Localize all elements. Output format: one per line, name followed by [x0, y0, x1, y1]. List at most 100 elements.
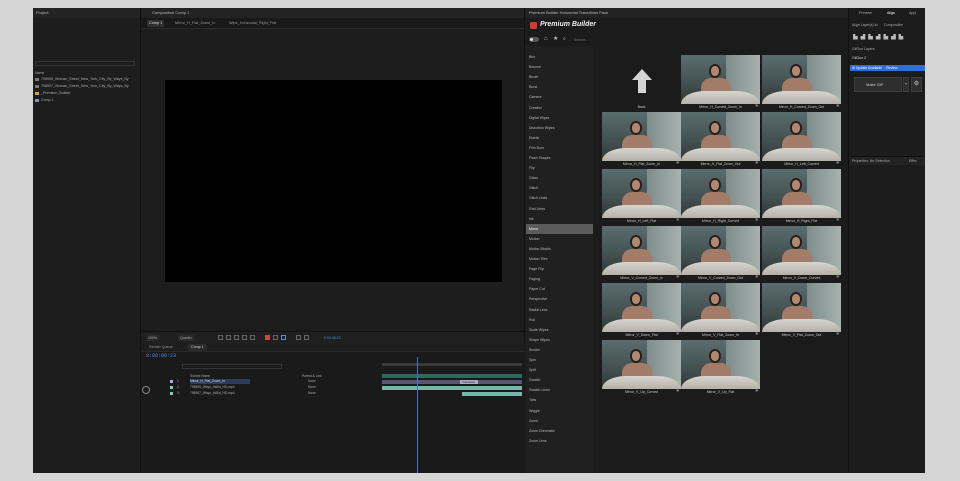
preset-tile[interactable]: Mirror_H_Flat_Zoom_In ★	[602, 112, 681, 166]
favorite-star-icon[interactable]: ★	[676, 218, 680, 223]
layer-3-track[interactable]	[462, 392, 522, 396]
layer-1-track[interactable]	[382, 380, 522, 384]
preset-tile[interactable]: Mirror_H_Right_Curved ★	[681, 169, 760, 223]
category-item[interactable]: Zoom Lens	[526, 436, 593, 446]
timeline-timecode[interactable]: 0:00:06:23	[146, 353, 176, 359]
favorites-star-icon[interactable]: ★	[553, 36, 558, 43]
layer-color-swatch[interactable]	[170, 392, 173, 395]
category-item[interactable]: Bounce	[526, 62, 593, 72]
category-item[interactable]: Radial Lens	[526, 305, 593, 315]
preset-tile[interactable]: Mirror_H_Curved_Zoom_In ★	[681, 55, 760, 109]
favorite-star-icon[interactable]: ★	[755, 389, 759, 394]
category-item[interactable]: Split	[526, 365, 593, 375]
playhead[interactable]	[417, 357, 418, 473]
zoom-select[interactable]: 100%	[146, 335, 159, 341]
tab-effects[interactable]: Effec	[909, 159, 917, 163]
gifgun-panel-title[interactable]: GifGun Layers	[852, 47, 875, 51]
favorite-star-icon[interactable]: ★	[755, 161, 759, 166]
layer-name[interactable]: 798597_Ways_4k8ld_HD.mp4	[190, 391, 250, 396]
favorite-star-icon[interactable]: ★	[755, 104, 759, 109]
favorite-star-icon[interactable]: ★	[836, 161, 840, 166]
preset-tile[interactable]: Mirror_H_Left_Curved ★	[762, 112, 841, 166]
category-item[interactable]: Burst	[526, 82, 593, 92]
favorite-star-icon[interactable]: ★	[676, 161, 680, 166]
category-item[interactable]: Zoom Chromatic	[526, 426, 593, 436]
preset-tile[interactable]: Mirror_V_Up_Curved ★	[602, 340, 681, 394]
category-item[interactable]: Smoke	[526, 345, 593, 355]
category-item[interactable]: Shape Wipes	[526, 335, 593, 345]
category-item[interactable]: Ink	[526, 214, 593, 224]
3d-view-icon[interactable]	[296, 335, 301, 340]
layer-color-swatch[interactable]	[170, 380, 173, 383]
layer-color-swatch[interactable]	[170, 386, 173, 389]
transparency-grid-icon[interactable]	[226, 335, 231, 340]
category-item[interactable]: Grid Lines	[526, 204, 593, 214]
project-panel-title[interactable]: Project	[33, 8, 140, 18]
chevron-down-icon[interactable]: ▾	[903, 77, 909, 92]
favorite-star-icon[interactable]: ★	[836, 104, 840, 109]
work-area-bar[interactable]	[382, 363, 522, 366]
category-item[interactable]: Page Flip	[526, 264, 593, 274]
project-item[interactable]: 798595_Woman_Street_New_York_City_By_Way…	[35, 77, 129, 82]
preset-tile[interactable]: Mirror_V_Curved_Zoom_In ★	[602, 226, 681, 280]
preset-tile[interactable]: Mirror_V_Flat_Zoom_Out ★	[762, 283, 841, 337]
category-item[interactable]: Motion Tiles	[526, 254, 593, 264]
preset-tile[interactable]: Mirror_V_Curved_Zoom_Out ★	[681, 226, 760, 280]
tab-mirror-h-flat-zoom-in[interactable]: Mirror_H_Flat_Zoom_In	[173, 20, 217, 27]
category-item[interactable]: Scale Wipes	[526, 325, 593, 335]
category-item[interactable]: Flip	[526, 163, 593, 173]
timeline-search-input[interactable]	[182, 364, 282, 369]
tab-comp-1[interactable]: Comp 1	[147, 20, 165, 27]
tab-timeline-comp-1[interactable]: Comp 1	[188, 344, 207, 351]
category-item[interactable]: Flash Shapes	[526, 153, 593, 163]
gifgun-item[interactable]: GifGun 2	[852, 56, 866, 60]
make-gif-button[interactable]: Make GIF	[854, 77, 902, 92]
mask-visibility-icon[interactable]	[234, 335, 239, 340]
source-name-header[interactable]: Source Name	[190, 374, 210, 378]
category-item[interactable]: Digital Wipes	[526, 113, 593, 123]
layer-name[interactable]: 798595_Ways_4k8ld_HD.mp4	[190, 385, 250, 390]
preset-tile[interactable]: Mirror_V_Up_Flat ★	[681, 340, 760, 394]
update-available-bar[interactable]: ⊕ Update Available Review	[850, 65, 925, 71]
category-item[interactable]: Paper Cut	[526, 284, 593, 294]
snapshot-icon[interactable]	[273, 335, 278, 340]
category-item[interactable]: Glitch	[526, 183, 593, 193]
category-item[interactable]: Perspective	[526, 294, 593, 304]
review-link[interactable]: Review	[886, 66, 897, 70]
preset-tile[interactable]: Mirror_H_Curved_Zoom_Out ★	[762, 55, 841, 109]
plugin-panel-title[interactable]: Premium Builder Horizontal Transitions P…	[526, 8, 848, 18]
category-item[interactable]: Spin	[526, 355, 593, 365]
category-item[interactable]: Brush	[526, 72, 593, 82]
category-item[interactable]: Creative	[526, 103, 593, 113]
layer-parent-select[interactable]: None	[308, 385, 316, 390]
color-management-icon[interactable]	[265, 335, 270, 340]
project-item[interactable]: _Premium_Builder	[35, 91, 71, 96]
category-item[interactable]: Roll	[526, 315, 593, 325]
category-item[interactable]: Distortion Wipes	[526, 123, 593, 133]
layer-row[interactable]: 3 798597_Ways_4k8ld_HD.mp4 None	[142, 391, 347, 396]
fast-previews-icon[interactable]	[304, 335, 309, 340]
category-item[interactable]: Swatch	[526, 375, 593, 385]
tab-preview[interactable]: Preview	[859, 11, 872, 15]
parent-link-header[interactable]: Parent & Link	[302, 374, 322, 378]
favorite-star-icon[interactable]: ★	[676, 275, 680, 280]
align-buttons-row[interactable]: ▙▟▙▟▙▟▙	[853, 34, 921, 40]
project-search-input[interactable]	[35, 61, 135, 66]
category-item[interactable]: Blur	[526, 52, 593, 62]
layer-row[interactable]: 1 Mirror_H_Flat_Zoom_In None	[142, 379, 347, 384]
favorite-star-icon[interactable]: ★	[755, 275, 759, 280]
favorite-star-icon[interactable]: ★	[676, 389, 680, 394]
category-item[interactable]: Motion Blocks	[526, 244, 593, 254]
region-of-interest-icon[interactable]	[218, 335, 223, 340]
category-item[interactable]: Wiggle	[526, 406, 593, 416]
guides-icon[interactable]	[242, 335, 247, 340]
category-item[interactable]: Paging	[526, 274, 593, 284]
layer-parent-select[interactable]: None	[308, 379, 316, 384]
resolution-select[interactable]: Quarter	[178, 335, 194, 341]
align-target-select[interactable]: Composition	[884, 23, 903, 27]
composition-viewer[interactable]	[165, 80, 502, 282]
preset-tile[interactable]: Mirror_H_Left_Flat ★	[602, 169, 681, 223]
project-name-header[interactable]: Name	[35, 71, 44, 75]
back-tile[interactable]: Back	[602, 55, 681, 109]
properties-title[interactable]: Properties: No Selection	[852, 159, 890, 163]
